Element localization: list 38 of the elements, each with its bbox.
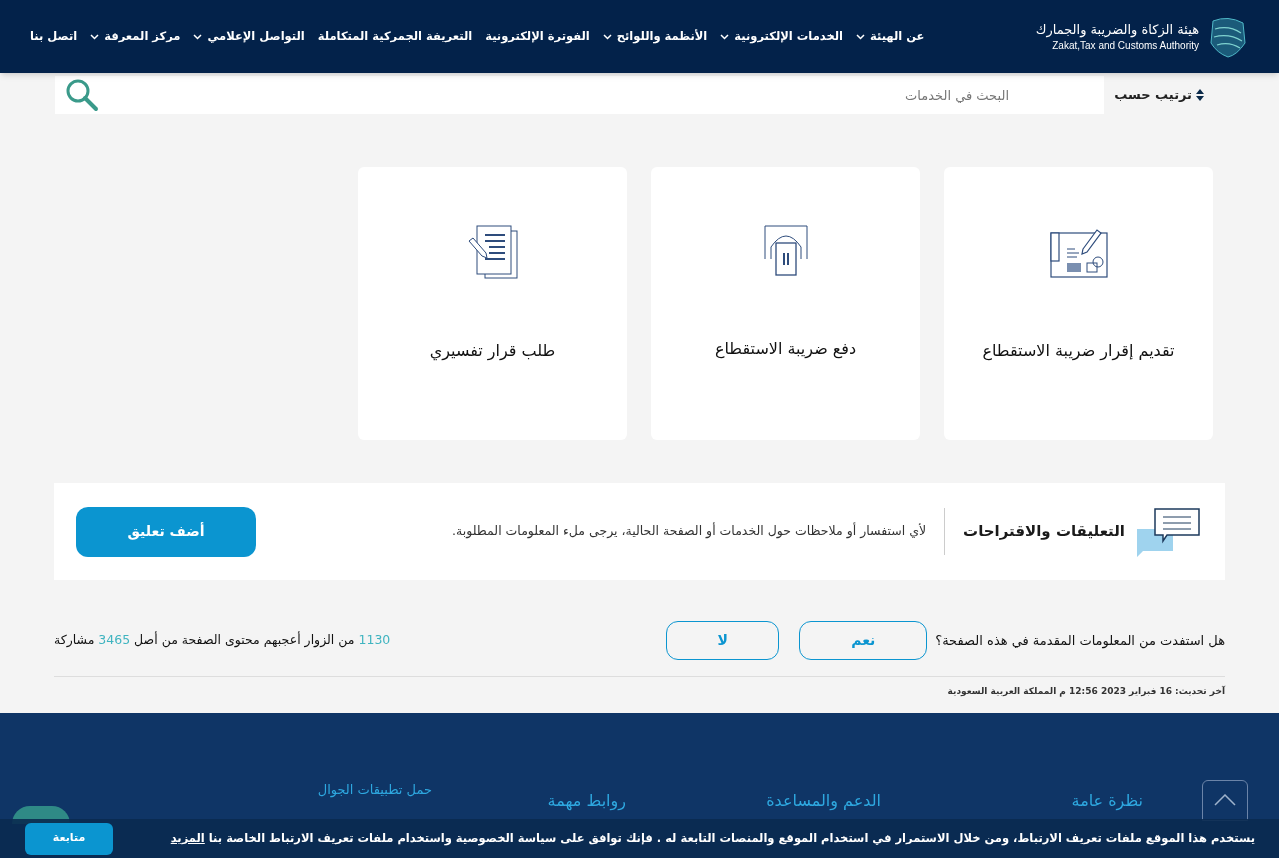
service-title: طلب قرار تفسيري [429,340,556,363]
nav-link[interactable]: الفوترة الإلكترونية [485,27,590,46]
footer-heading: نظرة عامة [1071,790,1143,810]
nav-link[interactable]: التواصل الإعلامي [193,27,305,46]
footer-heading: روابط مهمة [547,790,626,810]
chevron-down-icon [90,33,100,40]
banknote-slot-icon [763,225,808,277]
feedback-title: التعليقات والاقتراحات [944,508,1125,555]
chevron-down-icon [856,33,865,40]
chat-bubbles-icon [1137,506,1201,557]
more-link[interactable]: المزيد [170,830,205,845]
feedback-description: لأي استفسار أو ملاحظات حول الخدمات أو الصفحة الحالية، يرجى ملء المعلومات المطلوبة. [452,522,927,541]
chevron-down-icon [193,33,203,40]
last-updated-text: آخر تحديث: 16 فبراير 2023 12:56 م المملكة العربية السعودية [947,686,1225,696]
chevron-up-icon [1214,794,1236,806]
search-icon[interactable] [65,78,99,112]
nav-link[interactable]: مركز المعرفة [90,27,181,46]
service-card[interactable]: دفع ضريبة الاستقطاع [651,167,920,440]
sort-button[interactable]: ترتيب حسب [1104,85,1224,105]
chevron-down-icon [720,33,730,40]
footer-heading: حمل تطبيقات الجوال [317,781,432,797]
service-card[interactable]: تقديم إقرار ضريبة الاستقطاع [944,167,1213,440]
logo-subtitle: Zakat,Tax and Customs Authority [1051,38,1199,53]
nav-link[interactable]: الخدمات الإلكترونية [720,27,843,46]
cookie-notice: يستخدم هذا الموقع ملفات تعريف الارتباط، ومن خلال الاستمرار في استخدام الموقع والمنصات التابعة له . فإنك توافق على سياسة الخصوصية واستخدام ملفات تعريف الارتباط الخاصة بنا المزيد [170,829,1255,848]
service-title: تقديم إقرار ضريبة الاستقطاع [982,340,1175,363]
nav-link[interactable]: التعريفة الجمركية المتكاملة [317,27,473,46]
nav-link[interactable]: اتصل بنا [30,27,78,46]
footer-heading: الدعم والمساعدة [766,790,881,810]
document-pencil-icon [467,225,518,279]
service-title: دفع ضريبة الاستقطاع [714,338,857,361]
chevron-down-icon [602,33,612,40]
feedback-question: هل استفدت من المعلومات المقدمة في هذه الصفحة؟ [935,631,1225,651]
service-card[interactable]: طلب قرار تفسيري [358,167,627,440]
sort-icon [1196,89,1204,101]
nav-link[interactable]: عن الهيئة [856,27,925,46]
logo-title: هيئة الزكاة والضريبة والجمارك [1035,20,1199,39]
nav-link[interactable]: الأنظمة واللوائح [602,27,708,46]
